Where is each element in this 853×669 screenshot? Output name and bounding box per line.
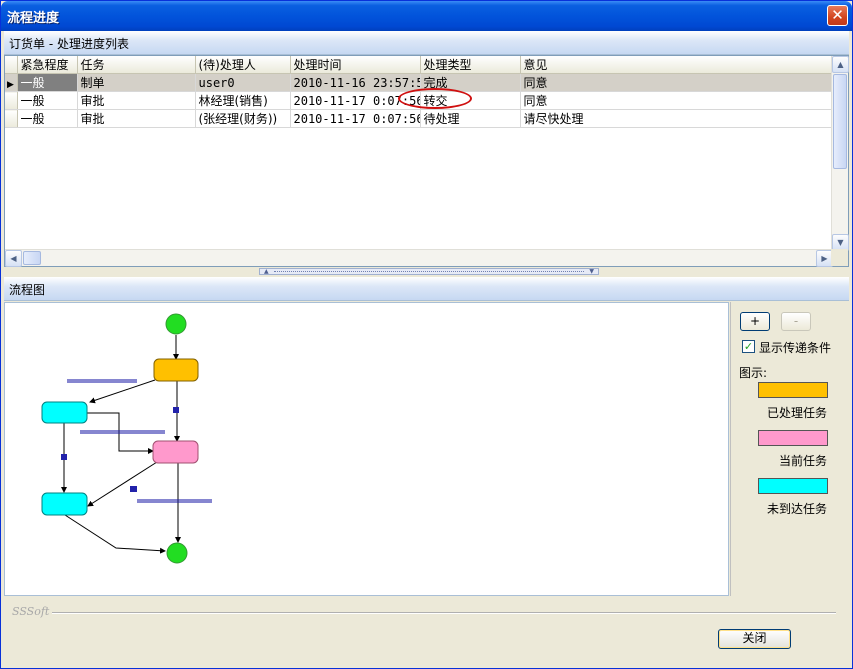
column-header[interactable]: 意见: [520, 56, 834, 74]
dialog-footer: SSSoft 关闭: [4, 597, 849, 667]
flow-diagram: [41, 313, 212, 564]
flow-diagram-canvas[interactable]: [4, 302, 729, 596]
grid-cell[interactable]: 制单: [77, 73, 196, 92]
row-header[interactable]: [5, 109, 18, 128]
grid-cell[interactable]: 一般: [17, 109, 78, 128]
task-node-pending[interactable]: [41, 401, 88, 424]
table-row[interactable]: 一般 审批 (张经理(财务)) 2010-11-17 0:07:56 待处理 请…: [5, 109, 834, 128]
row-header-corner: [5, 56, 18, 74]
collapse-up-icon[interactable]: ▲: [264, 269, 269, 275]
end-node[interactable]: [166, 542, 188, 564]
column-header[interactable]: (待)处理人: [195, 56, 291, 74]
horizontal-scrollbar[interactable]: ◀ ▶: [5, 249, 833, 267]
brand-label: SSSoft: [12, 605, 50, 618]
close-icon[interactable]: ✕: [827, 5, 848, 26]
list-section-title: 订货单 - 处理进度列表: [9, 37, 129, 51]
flow-edge: [89, 379, 156, 404]
title-bar[interactable]: 流程进度 ✕: [1, 1, 852, 31]
show-conditions-checkbox[interactable]: ✓: [742, 340, 755, 353]
zoom-in-button[interactable]: +: [740, 312, 770, 331]
grid-cell[interactable]: 审批: [77, 109, 196, 128]
legend-label-pending: 未到达任务: [767, 502, 828, 516]
grid-cell[interactable]: 同意: [520, 73, 834, 92]
diagram-section-title: 流程图: [9, 283, 46, 297]
condition-label-mark: [61, 454, 67, 460]
grid-header-row: 紧急程度 任务 (待)处理人 处理时间 处理类型 意见: [5, 56, 834, 74]
start-node[interactable]: [165, 313, 187, 335]
show-conditions-label[interactable]: 显示传递条件: [759, 339, 831, 356]
horizontal-scroll-thumb[interactable]: [23, 251, 41, 265]
scroll-up-icon[interactable]: ▲: [832, 56, 849, 73]
condition-label-mark: [173, 407, 179, 413]
grid-cell[interactable]: 待处理: [420, 109, 521, 128]
legend-swatch-pending: [758, 478, 828, 494]
current-row-indicator[interactable]: ▶: [5, 73, 18, 92]
condition-label-mark: [137, 499, 212, 503]
grid-cell[interactable]: 2010-11-17 0:07:56: [290, 109, 421, 128]
legend-swatch-current: [758, 430, 828, 446]
scrollbar-corner: [831, 249, 848, 266]
grid-cell[interactable]: 2010-11-16 23:57:59: [290, 73, 421, 92]
grip-dots: [274, 271, 584, 272]
dialog-window: 流程进度 ✕ 订货单 - 处理进度列表 紧急程度 任务 (待)处理人 处理时间 …: [0, 0, 853, 669]
window-title: 流程进度: [7, 11, 60, 26]
zoom-out-button[interactable]: -: [781, 312, 811, 331]
grid-cell[interactable]: 林经理(销售): [195, 91, 291, 110]
annotation-ellipse: [398, 88, 472, 109]
column-header[interactable]: 处理时间: [290, 56, 421, 74]
task-node-done[interactable]: [153, 358, 199, 382]
close-button[interactable]: 关闭: [718, 629, 791, 649]
diagram-section-header: 流程图: [4, 277, 849, 301]
task-node-pending[interactable]: [41, 492, 88, 516]
progress-grid[interactable]: 紧急程度 任务 (待)处理人 处理时间 处理类型 意见 ▶ 一般 制单 user…: [4, 55, 849, 267]
list-section-header: 订货单 - 处理进度列表: [4, 31, 849, 55]
grid-cell[interactable]: 审批: [77, 91, 196, 110]
legend-swatch-done: [758, 382, 828, 398]
collapse-down-icon[interactable]: ▼: [589, 269, 594, 275]
footer-divider: [52, 612, 836, 614]
grid-cell[interactable]: 同意: [520, 91, 834, 110]
vertical-scroll-thumb[interactable]: [833, 74, 847, 169]
condition-label-mark: [130, 486, 137, 492]
grid-cell[interactable]: (张经理(财务)): [195, 109, 291, 128]
panel-splitter[interactable]: ▲ ▼: [4, 268, 849, 276]
column-header[interactable]: 处理类型: [420, 56, 521, 74]
flow-edge: [64, 514, 166, 554]
grid-cell[interactable]: 一般: [17, 91, 78, 110]
legend-label-done: 已处理任务: [767, 406, 828, 420]
splitter-grip[interactable]: ▲ ▼: [259, 268, 599, 275]
task-node-current[interactable]: [152, 440, 199, 464]
condition-label-mark: [67, 379, 137, 383]
vertical-scrollbar[interactable]: ▲ ▼: [831, 56, 849, 251]
row-header[interactable]: [5, 91, 18, 110]
grid-cell[interactable]: 请尽快处理: [520, 109, 834, 128]
legend-panel: + - ✓ 显示传递条件 图示: 已处理任务 当前任务 未到达任务: [730, 302, 849, 596]
grid-cell[interactable]: user0: [195, 73, 291, 92]
scroll-left-icon[interactable]: ◀: [5, 250, 22, 267]
grid-cell[interactable]: 一般: [17, 73, 78, 92]
column-header[interactable]: 任务: [77, 56, 196, 74]
condition-label-mark: [80, 430, 165, 434]
legend-title: 图示:: [739, 366, 768, 380]
legend-label-current: 当前任务: [779, 454, 828, 468]
column-header[interactable]: 紧急程度: [17, 56, 78, 74]
